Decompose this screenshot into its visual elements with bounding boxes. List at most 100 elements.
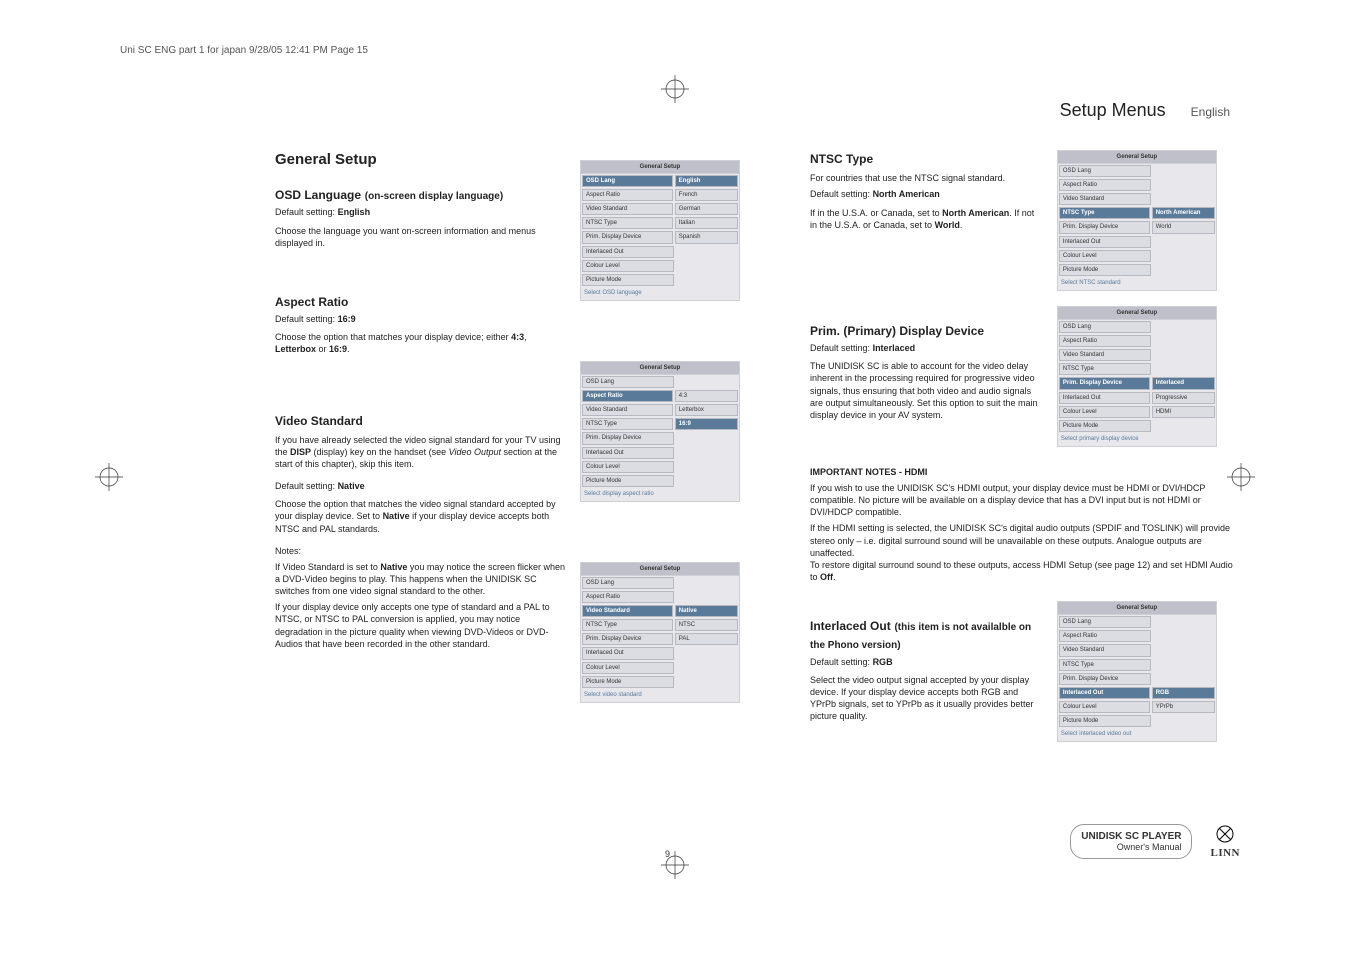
hdmi-notes-head: IMPORTANT NOTES - HDMI xyxy=(810,466,1240,478)
menu-option: North American xyxy=(1152,207,1215,219)
menu-item: Picture Mode xyxy=(1059,420,1151,432)
menu-option: English xyxy=(675,175,738,187)
product-name: UNIDISK SC PLAYER xyxy=(1081,831,1181,842)
menu-hint: Select display aspect ratio xyxy=(581,488,739,501)
menu-item: OSD Lang xyxy=(1059,165,1151,177)
menu-item: OSD Lang xyxy=(1059,616,1151,628)
menu-option: Spanish xyxy=(675,231,738,243)
menu-item: Prim. Display Device xyxy=(1059,377,1150,389)
menu-option: World xyxy=(1152,221,1215,233)
menu-hint: Select NTSC standard xyxy=(1058,277,1216,290)
menu-item: NTSC Type xyxy=(1059,659,1151,671)
video-note-2: If your display device only accepts one … xyxy=(275,601,565,650)
menu-option: German xyxy=(675,203,738,215)
menu-title: General Setup xyxy=(1058,307,1216,320)
menu-hint: Select interlaced video out xyxy=(1058,728,1216,741)
menu-item: Aspect Ratio xyxy=(582,390,673,402)
heading-aspect-ratio: Aspect Ratio xyxy=(275,293,565,311)
page-title: Setup Menus xyxy=(1060,100,1166,121)
osd-default-value: English xyxy=(338,207,371,217)
menu-item: Picture Mode xyxy=(582,274,674,286)
menu-item: Video Standard xyxy=(582,605,673,617)
heading-ntsc-type-main: NTSC Type xyxy=(810,152,873,166)
crop-mark-top xyxy=(661,75,689,103)
product-subtitle: Owner's Manual xyxy=(1117,842,1182,852)
menu-item: Aspect Ratio xyxy=(1059,179,1151,191)
menu-option: Interlaced xyxy=(1152,377,1215,389)
menu-screenshot-prim: General SetupOSD LangAspect RatioVideo S… xyxy=(1057,306,1217,447)
menu-item: Interlaced Out xyxy=(582,246,674,258)
menu-item: Interlaced Out xyxy=(582,447,674,459)
heading-interlaced-out: Interlaced Out (this item is not availal… xyxy=(810,617,1039,653)
menu-item: OSD Lang xyxy=(582,175,673,187)
aspect-default-value: 16:9 xyxy=(338,314,356,324)
menu-screenshot-ntsc: General SetupOSD LangAspect RatioVideo S… xyxy=(1057,150,1217,291)
menu-item: Prim. Display Device xyxy=(582,432,674,444)
menu-option: YPrPb xyxy=(1152,701,1215,713)
menu-item: Aspect Ratio xyxy=(582,591,674,603)
heading-interlaced-out-main: Interlaced Out xyxy=(810,619,891,633)
menu-item: Aspect Ratio xyxy=(1059,630,1151,642)
video-notes-head: Notes: xyxy=(275,545,565,557)
prim-default-label: Default setting: xyxy=(810,343,870,353)
product-badge: UNIDISK SC PLAYER Owner's Manual xyxy=(1070,824,1192,859)
menu-hint: Select primary display device xyxy=(1058,433,1216,446)
menu-item: NTSC Type xyxy=(1059,207,1150,219)
menu-item: Colour Level xyxy=(1059,406,1150,418)
video-p2: Choose the option that matches the video… xyxy=(275,498,565,534)
osd-default-label: Default setting: xyxy=(275,207,335,217)
brand-logo: LINN xyxy=(1210,824,1240,859)
page-number: 9 xyxy=(665,849,670,859)
menu-screenshot-osd: General SetupOSD LangEnglishAspect Ratio… xyxy=(580,160,740,301)
menu-screenshot-aspect: General SetupOSD LangAspect Ratio4:3Vide… xyxy=(580,361,740,502)
menu-item: Interlaced Out xyxy=(1059,236,1151,248)
heading-ntsc-type: NTSC Type xyxy=(810,150,1039,168)
menu-item: NTSC Type xyxy=(582,418,673,430)
aspect-default-label: Default setting: xyxy=(275,314,335,324)
menu-hint: Select OSD language xyxy=(581,287,739,300)
inter-default-label: Default setting: xyxy=(810,657,870,667)
heading-osd-language: OSD Language (on-screen display language… xyxy=(275,186,565,204)
menu-item: OSD Lang xyxy=(582,376,674,388)
menu-option: Progressive xyxy=(1152,392,1215,404)
menu-option: RGB xyxy=(1152,687,1215,699)
section-heading-general-setup: General Setup xyxy=(275,150,565,170)
menu-item: Prim. Display Device xyxy=(582,231,673,243)
menu-item: NTSC Type xyxy=(1059,363,1151,375)
menu-option: Native xyxy=(675,605,738,617)
menu-item: Interlaced Out xyxy=(582,647,674,659)
menu-item: Colour Level xyxy=(1059,701,1150,713)
menu-item: Colour Level xyxy=(582,662,674,674)
menu-item: Picture Mode xyxy=(1059,264,1151,276)
video-default-value: Native xyxy=(338,481,365,491)
menu-item: Interlaced Out xyxy=(1059,687,1150,699)
ntsc-default-value: North American xyxy=(873,189,940,199)
menu-option: HDMI xyxy=(1152,406,1215,418)
menu-title: General Setup xyxy=(581,362,739,375)
menu-item: Prim. Display Device xyxy=(582,633,673,645)
heading-prim-display-main: Prim. (Primary) Display Device xyxy=(810,324,984,338)
menu-item: Video Standard xyxy=(1059,193,1151,205)
menu-option: French xyxy=(675,189,738,201)
menu-item: Colour Level xyxy=(582,260,674,272)
ntsc-p2: If in the U.S.A. or Canada, set to North… xyxy=(810,207,1039,231)
menu-item: Picture Mode xyxy=(582,676,674,688)
heading-osd-language-sub: (on-screen display language) xyxy=(365,191,503,202)
inter-p1: Select the video output signal accepted … xyxy=(810,674,1039,723)
menu-title: General Setup xyxy=(581,563,739,576)
video-default-label: Default setting: xyxy=(275,481,335,491)
menu-item: Colour Level xyxy=(1059,250,1151,262)
print-job-info: Uni SC ENG part 1 for japan 9/28/05 12:4… xyxy=(120,45,368,56)
menu-option: 16:9 xyxy=(675,418,738,430)
heading-aspect-ratio-main: Aspect Ratio xyxy=(275,295,348,309)
menu-item: Interlaced Out xyxy=(1059,392,1150,404)
aspect-body: Choose the option that matches your disp… xyxy=(275,331,565,355)
menu-hint: Select video standard xyxy=(581,689,739,702)
menu-screenshot-inter: General SetupOSD LangAspect RatioVideo S… xyxy=(1057,601,1217,742)
prim-p1: The UNIDISK SC is able to account for th… xyxy=(810,360,1039,421)
crop-mark-left xyxy=(95,463,123,491)
prim-default-value: Interlaced xyxy=(873,343,916,353)
menu-item: Colour Level xyxy=(582,461,674,473)
menu-item: OSD Lang xyxy=(1059,321,1151,333)
menu-title: General Setup xyxy=(1058,602,1216,615)
